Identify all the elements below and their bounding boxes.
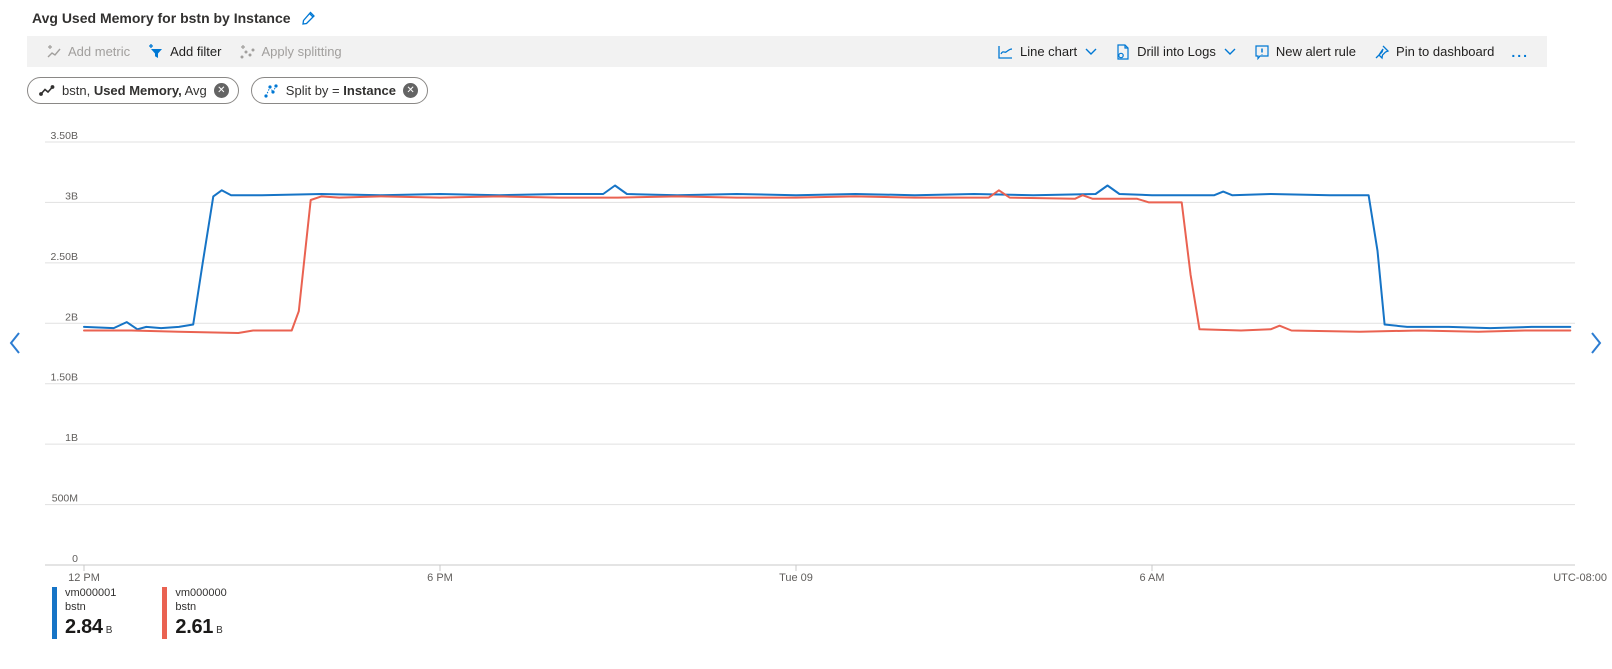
legend-series-name: vm000001: [65, 587, 117, 599]
x-tick-label: 6 PM: [427, 572, 453, 584]
y-tick-label: 500M: [52, 493, 78, 505]
pill-metric-name: Used Memory,: [93, 83, 182, 98]
metric-pill-label: bstn, Used Memory, Avg: [62, 83, 207, 98]
y-tick-label: 0: [72, 553, 78, 565]
split-by-icon: [263, 83, 279, 99]
legend-color-bar: [52, 587, 57, 639]
pill-split-dimension: Instance: [343, 83, 397, 98]
legend-item-vm000001[interactable]: vm000001 bstn 2.84 B: [52, 587, 116, 639]
y-tick-label: 2.50B: [51, 251, 78, 263]
line-chart-icon: [997, 44, 1014, 60]
chevron-down-icon: [1085, 48, 1097, 56]
metric-line-icon: [39, 84, 55, 98]
timezone-label: UTC-08:00: [1553, 572, 1607, 584]
apply-splitting-icon: [239, 44, 255, 60]
close-icon[interactable]: ✕: [403, 83, 419, 98]
chart-area: 0 500M 1B 1.50B 2B 2.50B 3B 3.50B 12 PM 6 PM Tue 0…: [0, 110, 1612, 585]
pan-left-chevron[interactable]: [5, 328, 25, 358]
series-line-vm000001[interactable]: [83, 184, 1572, 331]
chart-type-label: Line chart: [1019, 44, 1078, 59]
legend-item-vm000000[interactable]: vm000000 bstn 2.61 B: [162, 587, 227, 639]
add-metric-icon: [46, 44, 62, 60]
logs-document-icon: [1115, 43, 1131, 60]
add-filter-label: Add filter: [170, 44, 222, 59]
chevron-down-icon: [1224, 48, 1236, 56]
pill-split-prefix: Split by =: [285, 83, 340, 98]
pin-to-dashboard-label: Pin to dashboard: [1396, 44, 1495, 59]
alert-bubble-icon: [1254, 44, 1270, 60]
more-options-button[interactable]: ...: [1503, 44, 1537, 60]
legend-resource-name: bstn: [175, 600, 197, 613]
split-pill-label: Split by = Instance: [286, 83, 396, 98]
legend-color-bar: [162, 587, 168, 639]
add-filter-icon: [148, 43, 164, 60]
new-alert-rule-button[interactable]: New alert rule: [1245, 44, 1365, 60]
legend-avg-value: 2.61: [175, 615, 214, 638]
legend-resource-name: bstn: [65, 600, 86, 613]
new-alert-rule-label: New alert rule: [1275, 44, 1357, 59]
pan-right-chevron[interactable]: [1586, 328, 1606, 358]
filter-pills-row: bstn, Used Memory, Avg ✕ Split by = Inst…: [27, 77, 1612, 104]
toolbar-right-group: Line chart Drill into Logs New alert rul…: [988, 44, 1537, 60]
legend-avg-value: 2.84: [65, 615, 103, 638]
close-icon[interactable]: ✕: [213, 83, 229, 98]
series-line-vm000000[interactable]: [83, 189, 1572, 334]
chart-type-dropdown[interactable]: Line chart: [988, 44, 1106, 60]
pin-icon: [1374, 44, 1390, 60]
split-by-pill[interactable]: Split by = Instance ✕: [250, 77, 429, 104]
page-title: Avg Used Memory for bstn by Instance: [32, 9, 291, 26]
y-tick-label: 3B: [65, 190, 78, 202]
edit-title-icon[interactable]: [301, 10, 317, 26]
x-tick-label: 6 AM: [1139, 572, 1164, 584]
x-tick-label: Tue 09: [779, 572, 813, 584]
y-tick-label: 2B: [65, 311, 78, 323]
x-tick-label: 12 PM: [68, 572, 100, 584]
metric-pill[interactable]: bstn, Used Memory, Avg ✕: [27, 77, 239, 104]
pill-aggregation: Avg: [184, 83, 207, 98]
chart-title-row: Avg Used Memory for bstn by Instance: [0, 0, 1612, 28]
y-tick-label: 1.50B: [51, 372, 78, 384]
metrics-chart[interactable]: 0 500M 1B 1.50B 2B 2.50B 3B 3.50B 12 PM 6 PM Tue 0…: [0, 110, 1612, 585]
y-tick-label: 1B: [65, 432, 78, 444]
drill-into-logs-dropdown[interactable]: Drill into Logs: [1106, 43, 1245, 60]
chart-toolbar: Add metric Add filter Apply splitting Li…: [27, 36, 1547, 67]
apply-splitting-label: Apply splitting: [261, 44, 342, 59]
chart-legend: vm000001 bstn 2.84 B vm000000 bstn 2.61 …: [52, 587, 1612, 639]
add-filter-button[interactable]: Add filter: [139, 36, 230, 67]
pin-to-dashboard-button[interactable]: Pin to dashboard: [1365, 44, 1503, 60]
add-metric-label: Add metric: [68, 44, 131, 59]
pill-scope: bstn,: [62, 83, 91, 98]
legend-series-name: vm000000: [175, 587, 227, 599]
drill-into-logs-label: Drill into Logs: [1137, 44, 1216, 59]
add-metric-button[interactable]: Add metric: [37, 36, 139, 67]
legend-unit: B: [105, 624, 113, 636]
y-tick-label: 3.50B: [51, 130, 78, 142]
apply-splitting-button[interactable]: Apply splitting: [230, 36, 350, 67]
legend-unit: B: [216, 624, 223, 636]
